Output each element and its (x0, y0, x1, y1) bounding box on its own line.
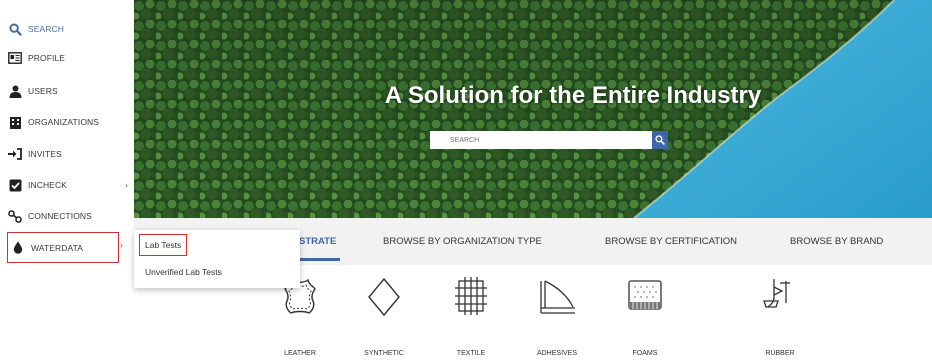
sidebar-item-waterdata[interactable]: WATERDATA (7, 232, 119, 263)
category-textile[interactable]: TEXTILE (431, 277, 511, 357)
sidebar-item-incheck[interactable]: INCHECK › (8, 173, 134, 197)
sidebar-item-connections[interactable]: CONNECTIONS (8, 204, 134, 228)
category-foams[interactable]: FOAMS (605, 277, 685, 357)
sidebar-item-invites[interactable]: INVITES (8, 142, 134, 166)
hero-banner: A Solution for the Entire Industry (134, 0, 932, 218)
category-rubber[interactable]: RUBBER (740, 277, 820, 357)
chevron-right-icon: › (124, 180, 128, 190)
search-button[interactable] (652, 131, 668, 149)
search-input[interactable] (430, 131, 652, 149)
tab-browse-by-brand[interactable]: BROWSE BY BRAND (790, 236, 883, 247)
sidebar-item-label: SEARCH (28, 24, 65, 34)
foam-block-icon (628, 280, 662, 310)
sidebar-item-label: WATERDATA (31, 242, 84, 253)
submenu-item-unverified-lab-tests[interactable]: Unverified Lab Tests (140, 262, 227, 282)
id-card-icon (8, 51, 22, 65)
category-label: ADHESIVES (536, 350, 578, 357)
rubber-tap-icon (763, 279, 790, 308)
search-icon (655, 135, 665, 145)
category-adhesives[interactable]: ADHESIVES (517, 277, 597, 357)
category-label: FOAMS (632, 350, 658, 357)
sidebar-item-label: CONNECTIONS (28, 211, 92, 221)
sidebar-item-search[interactable]: SEARCH (8, 17, 134, 41)
building-icon (8, 115, 22, 129)
sign-in-icon (8, 147, 22, 161)
tab-browse-by-organization-type[interactable]: BROWSE BY ORGANIZATION TYPE (383, 236, 542, 247)
category-label: RUBBER (765, 350, 795, 357)
tab-browse-by-substrate[interactable]: STRATE (299, 236, 336, 247)
adhesive-layers-icon (540, 280, 575, 314)
sidebar-item-profile[interactable]: PROFILE (8, 46, 134, 70)
sidebar-item-label: PROFILE (28, 53, 66, 63)
tab-browse-by-certification[interactable]: BROWSE BY CERTIFICATION (605, 236, 737, 247)
diamond-icon (368, 277, 400, 317)
sidebar-item-organizations[interactable]: ORGANIZATIONS (8, 110, 134, 134)
category-label: SYNTHETIC (364, 350, 404, 357)
textile-weave-icon (455, 277, 487, 315)
search-icon (8, 22, 22, 36)
hero-title: A Solution for the Entire Industry (384, 82, 762, 109)
chevron-right-icon: › (120, 240, 123, 250)
hero-search (430, 131, 668, 149)
category-synthetic[interactable]: SYNTHETIC (344, 277, 424, 357)
connections-icon (8, 209, 22, 223)
category-label: TEXTILE (456, 350, 486, 357)
water-drop-icon (11, 241, 25, 255)
user-icon (8, 84, 22, 98)
sidebar-item-label: USERS (28, 86, 58, 96)
submenu-item-lab-tests[interactable]: Lab Tests (138, 234, 188, 256)
checkbox-icon (8, 178, 22, 192)
category-label: LEATHER (284, 350, 316, 357)
sidebar-item-label: INVITES (28, 149, 62, 159)
sidebar-item-users[interactable]: USERS (8, 79, 134, 103)
waterdata-submenu: Lab Tests Unverified Lab Tests (134, 230, 300, 288)
sidebar-item-label: INCHECK (28, 180, 67, 190)
sidebar-nav: SEARCH PROFILE USERS ORGANIZATIONS INVIT… (0, 0, 134, 364)
sidebar-item-label: ORGANIZATIONS (28, 117, 100, 127)
